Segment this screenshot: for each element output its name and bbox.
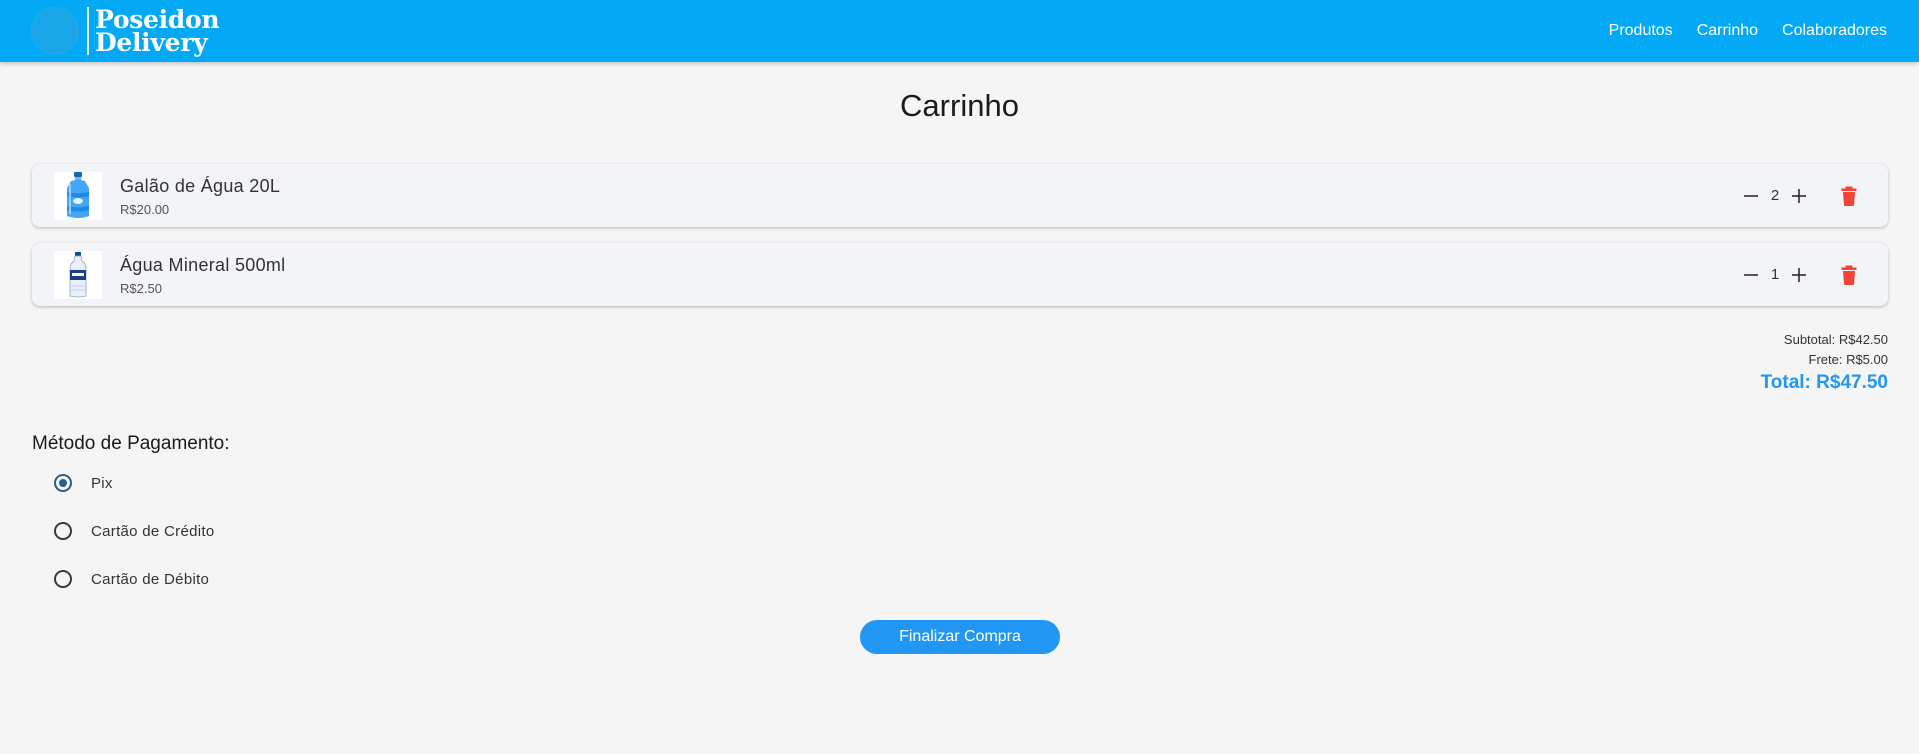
brand-logo[interactable]: Poseidon Delivery xyxy=(31,6,220,57)
quantity-value: 1 xyxy=(1770,266,1780,283)
increase-quantity-button[interactable] xyxy=(1786,183,1812,209)
decrease-quantity-button[interactable] xyxy=(1738,183,1764,209)
payment-option-pix[interactable]: Pix xyxy=(54,470,113,496)
logo-divider xyxy=(87,7,89,55)
payment-option-credit-card[interactable]: Cartão de Crédito xyxy=(54,518,215,544)
plus-icon xyxy=(1792,188,1806,203)
brand-line-2: Delivery xyxy=(95,28,208,57)
cart-list: Galão de Água 20L R$20.00 2 Água Mineral… xyxy=(32,164,1888,322)
remove-item-button[interactable] xyxy=(1836,262,1862,288)
quantity-stepper: 2 xyxy=(1738,164,1862,227)
cart-item: Água Mineral 500ml R$2.50 1 xyxy=(32,243,1888,306)
trash-icon xyxy=(1841,265,1857,285)
water-bottle-icon xyxy=(54,251,102,299)
nav-link-produtos[interactable]: Produtos xyxy=(1609,22,1673,40)
decrease-quantity-button[interactable] xyxy=(1738,262,1764,288)
remove-item-button[interactable] xyxy=(1836,183,1862,209)
radio-unchecked-icon[interactable] xyxy=(54,570,72,588)
trash-icon xyxy=(1841,186,1857,206)
plus-icon xyxy=(1792,267,1806,282)
payment-option-label: Cartão de Crédito xyxy=(91,522,215,540)
order-summary: Subtotal: R$42.50 Frete: R$5.00 Total: R… xyxy=(1761,330,1888,394)
cart-item-price: R$20.00 xyxy=(120,202,170,217)
main-nav: Produtos Carrinho Colaboradores xyxy=(1609,0,1887,62)
minus-icon xyxy=(1744,273,1758,276)
payment-method-title: Método de Pagamento: xyxy=(32,433,230,454)
quantity-value: 2 xyxy=(1770,187,1780,204)
nav-link-carrinho[interactable]: Carrinho xyxy=(1697,22,1758,40)
minus-icon xyxy=(1744,194,1758,197)
payment-option-debit-card[interactable]: Cartão de Débito xyxy=(54,566,209,592)
subtotal: Subtotal: R$42.50 xyxy=(1783,332,1888,347)
shipping-fee: Frete: R$5.00 xyxy=(1808,352,1889,367)
brand-name: Poseidon Delivery xyxy=(95,7,220,57)
payment-option-label: Cartão de Débito xyxy=(91,570,210,588)
cart-item: Galão de Água 20L R$20.00 2 xyxy=(32,164,1888,227)
increase-quantity-button[interactable] xyxy=(1786,262,1812,288)
quantity-stepper: 1 xyxy=(1738,243,1862,306)
logo-icon xyxy=(31,7,79,55)
water-jug-icon xyxy=(54,172,102,220)
page-title: Carrinho xyxy=(900,88,1019,123)
cart-item-name: Água Mineral 500ml xyxy=(120,255,286,275)
cart-item-name: Galão de Água 20L xyxy=(120,176,281,196)
radio-unchecked-icon[interactable] xyxy=(54,522,72,540)
cart-item-price: R$2.50 xyxy=(120,281,162,296)
app-bar: Poseidon Delivery Produtos Carrinho Cola… xyxy=(0,0,1919,62)
order-total: Total: R$47.50 xyxy=(1760,372,1888,393)
payment-option-label: Pix xyxy=(91,474,113,492)
nav-link-colaboradores[interactable]: Colaboradores xyxy=(1782,22,1887,40)
checkout-button[interactable]: Finalizar Compra xyxy=(860,620,1060,654)
radio-checked-icon[interactable] xyxy=(54,474,72,492)
